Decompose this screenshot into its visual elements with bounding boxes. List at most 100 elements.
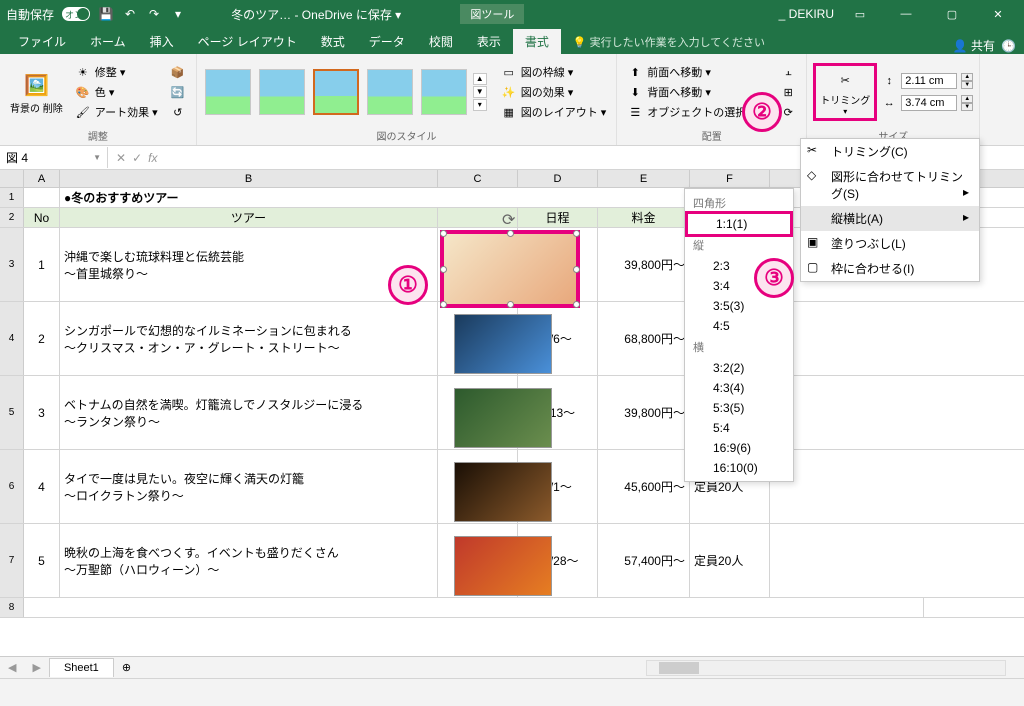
select-all-corner[interactable] [0, 170, 24, 187]
picture-style-3[interactable] [313, 69, 359, 115]
crop-button[interactable]: ✂ トリミング ▾ [813, 63, 877, 121]
tab-file[interactable]: ファイル [6, 29, 78, 54]
row-4-header[interactable]: 4 [0, 302, 24, 375]
resize-handle[interactable] [507, 301, 514, 308]
selected-picture[interactable]: ⟳ [440, 230, 580, 308]
group-button[interactable]: ⊞ [776, 83, 800, 101]
tab-review[interactable]: 校閲 [417, 29, 465, 54]
redo-icon[interactable]: ↷ [146, 6, 162, 22]
col-D[interactable]: D [518, 170, 598, 187]
row-3-header[interactable]: 3 [0, 228, 24, 301]
menu-crop[interactable]: ✂トリミング(C) [801, 139, 979, 164]
tab-formulas[interactable]: 数式 [309, 29, 357, 54]
aspect-5-4[interactable]: 5:4 [685, 418, 793, 438]
width-input[interactable]: 3.74 cm [901, 95, 957, 111]
row-5-header[interactable]: 5 [0, 376, 24, 449]
resize-handle[interactable] [573, 301, 580, 308]
picture-style-4[interactable] [367, 69, 413, 115]
color-button[interactable]: 🎨色 ▾ [71, 83, 162, 101]
compress-picture-button[interactable]: 📦 [166, 63, 190, 81]
artistic-effects-button[interactable]: 🖌アート効果 ▾ [71, 103, 162, 121]
sheet-tab-1[interactable]: Sheet1 [49, 658, 114, 677]
tell-me-search[interactable]: 💡 実行したい作業を入力してください [561, 30, 777, 54]
tour-picture-3[interactable] [454, 388, 552, 448]
menu-fill[interactable]: ▣塗りつぶし(L) [801, 231, 979, 256]
resize-handle[interactable] [440, 266, 447, 273]
aspect-4-5[interactable]: 4:5 [685, 316, 793, 336]
sheet-nav-next[interactable]: ▶ [24, 661, 48, 674]
style-gallery-more[interactable]: ▾ [473, 99, 487, 111]
col-F[interactable]: F [690, 170, 770, 187]
row-6-header[interactable]: 6 [0, 450, 24, 523]
tab-pagelayout[interactable]: ページ レイアウト [186, 29, 309, 54]
col-B[interactable]: B [60, 170, 438, 187]
tour-picture-4[interactable] [454, 462, 552, 522]
height-down[interactable]: ▼ [961, 81, 973, 89]
resize-handle[interactable] [573, 266, 580, 273]
height-up[interactable]: ▲ [961, 73, 973, 81]
autosave-toggle[interactable]: オン [62, 7, 90, 21]
col-A[interactable]: A [24, 170, 60, 187]
menu-aspect-ratio[interactable]: 縦横比(A)▸ [801, 206, 979, 231]
maximize-button[interactable]: ▢ [932, 0, 972, 28]
picture-style-1[interactable] [205, 69, 251, 115]
style-scroll-up[interactable]: ▲ [473, 73, 487, 85]
change-picture-button[interactable]: 🔄 [166, 83, 190, 101]
aspect-4-3[interactable]: 4:3(4) [685, 378, 793, 398]
menu-fit[interactable]: ▢枠に合わせる(I) [801, 256, 979, 281]
aspect-5-3[interactable]: 5:3(5) [685, 398, 793, 418]
col-C[interactable]: C [438, 170, 518, 187]
aspect-3-2[interactable]: 3:2(2) [685, 358, 793, 378]
picture-border-button[interactable]: ▭図の枠線 ▾ [497, 63, 611, 81]
tour-picture-5[interactable] [454, 536, 552, 596]
picture-style-5[interactable] [421, 69, 467, 115]
resize-handle[interactable] [573, 230, 580, 237]
resize-handle[interactable] [440, 230, 447, 237]
aspect-16-9[interactable]: 16:9(6) [685, 438, 793, 458]
history-icon[interactable]: 🕒 [1001, 39, 1016, 53]
aspect-3-5[interactable]: 3:5(3) [685, 296, 793, 316]
ribbon-display-icon[interactable]: ▭ [840, 0, 880, 28]
close-button[interactable]: ✕ [978, 0, 1018, 28]
minimize-button[interactable]: ― [886, 0, 926, 28]
bring-forward-button[interactable]: ⬆前面へ移動 ▾ [623, 63, 772, 81]
remove-background-button[interactable]: 🖼️ 背景の 削除 [6, 68, 67, 117]
width-up[interactable]: ▲ [961, 95, 973, 103]
height-input[interactable]: 2.11 cm [901, 73, 957, 89]
horizontal-scrollbar[interactable] [646, 660, 1006, 676]
tab-format[interactable]: 書式 [513, 29, 561, 54]
resize-handle[interactable] [507, 230, 514, 237]
sheet-nav-prev[interactable]: ◀ [0, 661, 24, 674]
style-scroll-down[interactable]: ▼ [473, 86, 487, 98]
picture-style-2[interactable] [259, 69, 305, 115]
tour-picture-2[interactable] [454, 314, 552, 374]
enter-formula-icon[interactable]: ✓ [132, 151, 142, 165]
picture-layout-button[interactable]: ▦図のレイアウト ▾ [497, 103, 611, 121]
aspect-16-10[interactable]: 16:10(0) [685, 458, 793, 478]
tab-insert[interactable]: 挿入 [138, 29, 186, 54]
width-down[interactable]: ▼ [961, 103, 973, 111]
cancel-formula-icon[interactable]: ✕ [116, 151, 126, 165]
share-button[interactable]: 👤 共有 [953, 37, 995, 54]
align-button[interactable]: ⫠ [776, 63, 800, 81]
tab-data[interactable]: データ [357, 29, 417, 54]
resize-handle[interactable] [440, 301, 447, 308]
row-1-header[interactable]: 1 [0, 188, 24, 207]
menu-crop-to-shape[interactable]: ◇図形に合わせてトリミング(S)▸ [801, 164, 979, 206]
tab-home[interactable]: ホーム [78, 29, 138, 54]
save-icon[interactable]: 💾 [98, 6, 114, 22]
name-box[interactable]: 図 4▼ [0, 147, 108, 168]
rotate-handle-icon[interactable]: ⟳ [502, 210, 518, 226]
corrections-button[interactable]: ☀修整 ▾ [71, 63, 162, 81]
qat-customize-icon[interactable]: ▾ [170, 6, 186, 22]
row-2-header[interactable]: 2 [0, 208, 24, 227]
add-sheet-button[interactable]: ⊕ [114, 661, 139, 674]
fx-icon[interactable]: fx [148, 151, 157, 165]
row-8-header[interactable]: 8 [0, 598, 24, 617]
undo-icon[interactable]: ↶ [122, 6, 138, 22]
tab-view[interactable]: 表示 [465, 29, 513, 54]
row-7-header[interactable]: 7 [0, 524, 24, 597]
picture-effects-button[interactable]: ✨図の効果 ▾ [497, 83, 611, 101]
reset-picture-button[interactable]: ↺ [166, 103, 190, 121]
col-E[interactable]: E [598, 170, 690, 187]
